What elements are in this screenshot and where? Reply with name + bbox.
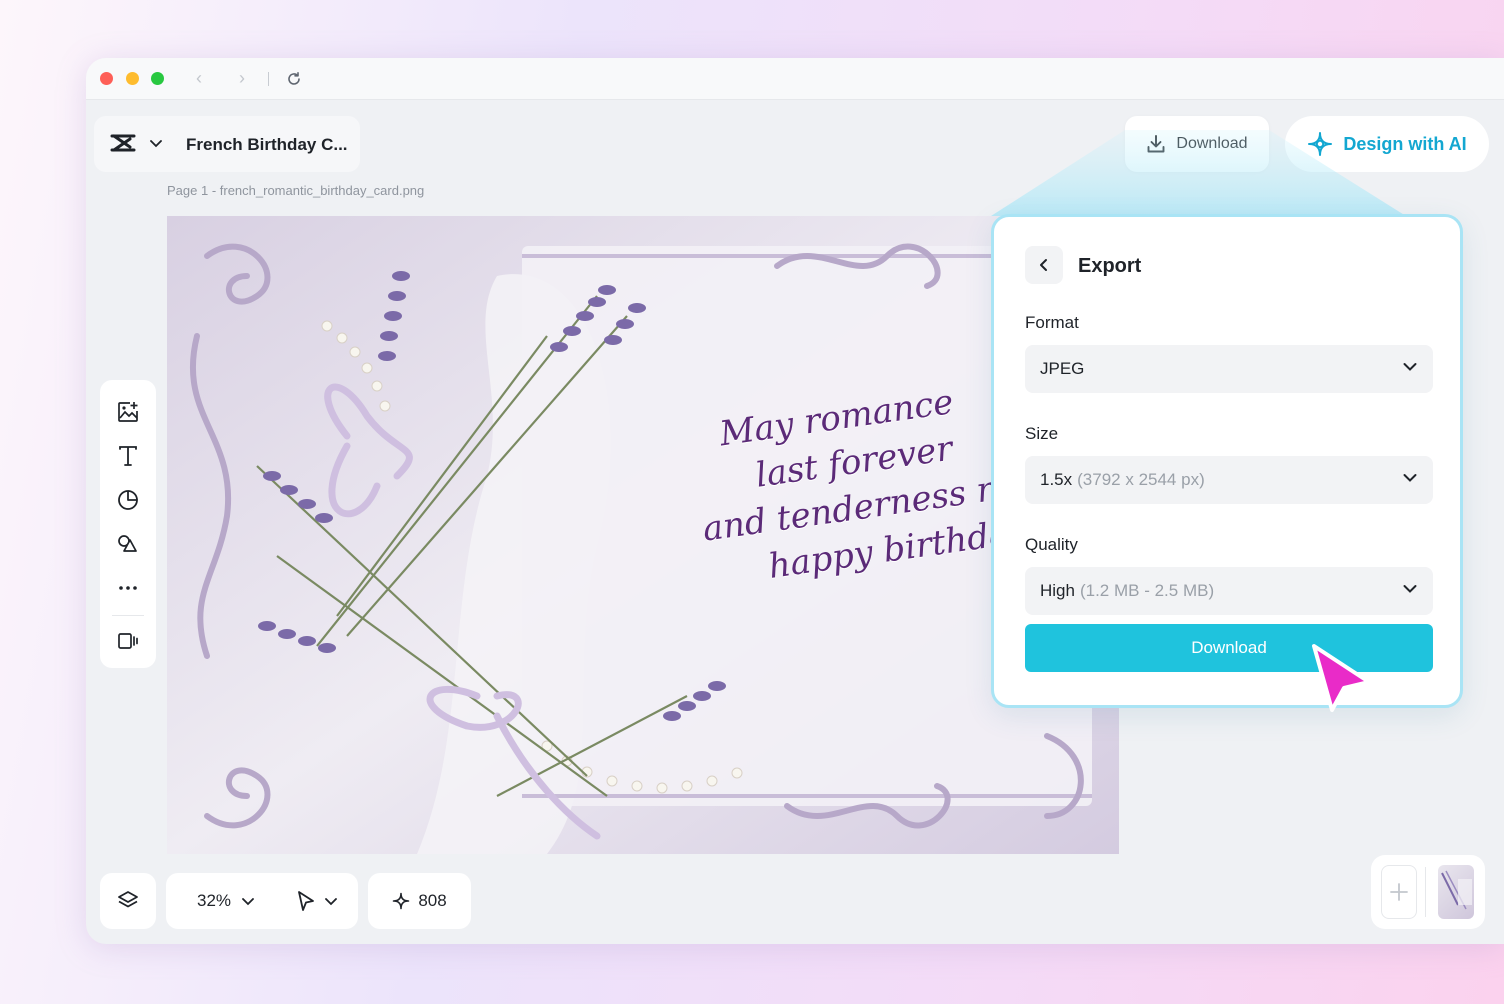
back-button[interactable] <box>1025 246 1063 284</box>
text-icon <box>119 445 137 466</box>
maximize-window-button[interactable] <box>151 72 164 85</box>
export-title: Export <box>1078 255 1142 277</box>
ai-sparkle-icon <box>1308 132 1333 156</box>
minimize-window-button[interactable] <box>126 72 139 85</box>
format-label: Format <box>1025 313 1079 332</box>
quality-label: Quality <box>1025 535 1078 554</box>
more-tools[interactable] <box>110 571 146 606</box>
zoom-level[interactable]: 32% <box>197 891 231 911</box>
breadcrumb: Page 1 - french_romantic_birthday_card.p… <box>167 183 425 198</box>
more-icon <box>119 586 137 591</box>
close-window-button[interactable] <box>100 72 113 85</box>
pointer-cursor-icon <box>1312 644 1371 712</box>
shapes-tool[interactable] <box>110 527 146 562</box>
reload-icon[interactable] <box>286 71 302 87</box>
design-canvas[interactable]: May romance last forever and tenderness … <box>167 216 1119 854</box>
export-download-label: Download <box>1191 638 1267 657</box>
add-page-button[interactable] <box>1381 865 1417 919</box>
export-panel: Export Format JPEG Size 1.5x (3792 x 254… <box>991 214 1463 708</box>
size-select[interactable]: 1.5x (3792 x 2544 px) <box>1025 456 1433 504</box>
app-window: ‹ › French Birthday C... Page 1 - french… <box>86 58 1504 944</box>
chevron-down-icon[interactable] <box>325 897 337 906</box>
back-arrow-icon[interactable]: ‹ <box>196 67 202 89</box>
chevron-down-icon <box>1403 474 1417 482</box>
project-title[interactable]: French Birthday C... <box>186 135 348 155</box>
sticker-icon <box>118 490 138 510</box>
quality-select[interactable]: High (1.2 MB - 2.5 MB) <box>1025 567 1433 615</box>
format-select[interactable]: JPEG <box>1025 345 1433 393</box>
browser-titlebar: ‹ › <box>86 58 1504 100</box>
zoom-controls: 32% <box>166 873 358 929</box>
chevron-down-icon <box>1403 363 1417 371</box>
sparkle-icon <box>393 892 410 910</box>
text-tool[interactable] <box>110 438 146 473</box>
quality-detail: (1.2 MB - 2.5 MB) <box>1079 581 1215 600</box>
download-icon <box>1147 135 1165 153</box>
chevron-down-icon[interactable] <box>150 139 162 149</box>
forward-arrow-icon[interactable]: › <box>239 67 245 89</box>
pages-panel <box>1371 855 1485 929</box>
project-menu[interactable]: French Birthday C... <box>94 116 360 172</box>
capcut-logo-icon <box>110 134 136 152</box>
left-toolbar <box>100 380 156 668</box>
size-label: Size <box>1025 424 1059 443</box>
chevron-left-icon <box>1040 259 1047 271</box>
credits-count: 808 <box>418 891 447 910</box>
sticker-tool[interactable] <box>110 482 146 517</box>
page-thumbnail[interactable] <box>1438 865 1474 919</box>
pages-divider <box>1425 867 1426 917</box>
size-value: 1.5x <box>1040 470 1073 489</box>
layers-icon <box>118 891 138 908</box>
chevron-down-icon <box>1403 585 1417 593</box>
add-image-tool[interactable] <box>110 394 146 429</box>
toolbar-divider <box>112 614 144 616</box>
add-image-icon <box>118 401 138 422</box>
nav-divider <box>268 72 269 86</box>
page-thumbnail-art <box>1441 870 1472 910</box>
video-panel-icon <box>118 633 138 650</box>
video-panel-tool[interactable] <box>110 624 146 659</box>
shapes-icon <box>118 535 137 552</box>
design-with-ai-button[interactable]: Design with AI <box>1285 116 1489 172</box>
size-detail: (3792 x 2544 px) <box>1077 470 1205 489</box>
credits-button[interactable]: 808 <box>368 873 471 929</box>
header-download-label: Download <box>1176 135 1248 152</box>
plus-icon <box>1390 883 1408 901</box>
format-value: JPEG <box>1040 359 1085 378</box>
chevron-down-icon[interactable] <box>242 897 254 906</box>
layers-button[interactable] <box>100 873 156 929</box>
header-download-button[interactable]: Download <box>1125 116 1269 172</box>
quality-value: High <box>1040 581 1075 600</box>
cursor-mode-icon[interactable] <box>296 890 316 912</box>
ai-button-label: Design with AI <box>1343 133 1467 154</box>
